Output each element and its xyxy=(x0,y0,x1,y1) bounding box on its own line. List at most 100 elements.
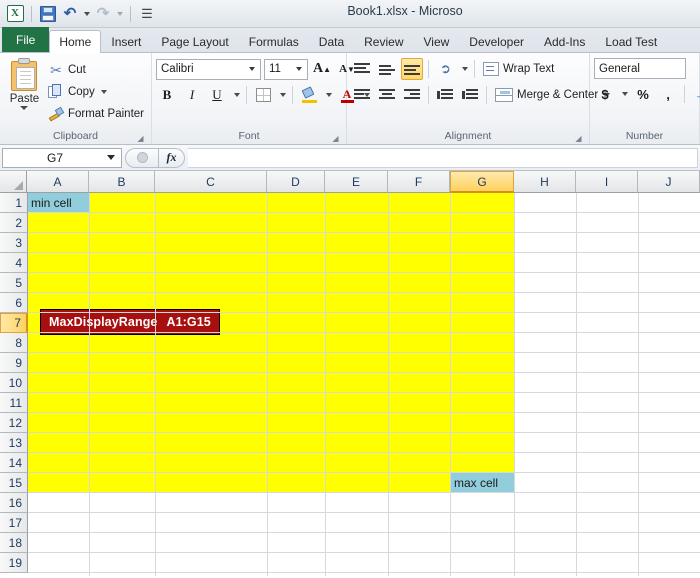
divider xyxy=(684,85,685,103)
tab-data[interactable]: Data xyxy=(309,30,354,52)
accounting-dropdown-icon[interactable] xyxy=(619,83,629,105)
tab-home[interactable]: Home xyxy=(49,30,102,53)
borders-icon xyxy=(255,88,271,102)
increase-decimal-button[interactable]: → xyxy=(690,83,700,105)
grow-font-button[interactable]: A ▲ xyxy=(311,58,333,80)
chevron-down-icon[interactable] xyxy=(100,89,107,94)
row-header-8[interactable]: 8 xyxy=(0,333,28,353)
column-header-A[interactable]: A xyxy=(27,171,89,193)
row-header-9[interactable]: 9 xyxy=(0,353,28,373)
row-header-12[interactable]: 12 xyxy=(0,413,28,433)
row-header-1[interactable]: 1 xyxy=(0,193,28,213)
row-header-18[interactable]: 18 xyxy=(0,533,28,553)
align-bottom-button[interactable] xyxy=(401,58,423,80)
chevron-down-icon xyxy=(20,106,29,110)
decrease-indent-icon xyxy=(437,88,453,102)
chevron-down-icon[interactable] xyxy=(107,155,115,160)
row-header-11[interactable]: 11 xyxy=(0,393,28,413)
tab-page-layout[interactable]: Page Layout xyxy=(151,30,238,52)
select-all-button[interactable] xyxy=(0,171,27,193)
gridline-horizontal xyxy=(28,272,700,273)
tab-add-ins[interactable]: Add-Ins xyxy=(534,30,595,52)
gridline-horizontal xyxy=(28,452,700,453)
column-header-H[interactable]: H xyxy=(514,171,576,193)
cell-G15-max-cell[interactable]: max cell xyxy=(451,473,514,492)
column-header-G[interactable]: G xyxy=(450,171,514,193)
orientation-dropdown-icon[interactable] xyxy=(459,58,469,80)
italic-button[interactable]: I xyxy=(181,84,203,106)
gridline-vertical xyxy=(89,193,90,576)
row-header-6[interactable]: 6 xyxy=(0,293,28,313)
gridline-vertical xyxy=(514,193,515,576)
insert-function-button[interactable]: fx xyxy=(159,147,185,168)
name-box[interactable]: G7 xyxy=(2,147,122,168)
column-header-J[interactable]: J xyxy=(638,171,700,193)
row-header-16[interactable]: 16 xyxy=(0,493,28,513)
accounting-format-button[interactable]: $ xyxy=(594,83,616,105)
decrease-indent-button[interactable] xyxy=(434,84,456,106)
column-header-D[interactable]: D xyxy=(267,171,325,193)
underline-dropdown-icon[interactable] xyxy=(231,84,241,106)
column-header-C[interactable]: C xyxy=(155,171,267,193)
percent-format-button[interactable]: % xyxy=(632,83,654,105)
align-right-button[interactable] xyxy=(401,84,423,106)
cells-area[interactable]: min cell max cell MaxDisplayRange A1:G15 xyxy=(28,193,700,576)
row-header-10[interactable]: 10 xyxy=(0,373,28,393)
tab-file[interactable]: File xyxy=(2,27,50,52)
font-name-input[interactable]: Calibri xyxy=(156,58,261,80)
gridline-horizontal xyxy=(28,232,700,233)
row-header-13[interactable]: 13 xyxy=(0,433,28,453)
align-right-icon xyxy=(404,88,420,102)
clipboard-dialog-launcher[interactable]: ◢ xyxy=(136,134,145,143)
align-middle-button[interactable] xyxy=(376,58,398,80)
align-left-button[interactable] xyxy=(351,84,373,106)
tab-load-test[interactable]: Load Test xyxy=(595,30,667,52)
row-header-14[interactable]: 14 xyxy=(0,453,28,473)
borders-dropdown-icon[interactable] xyxy=(277,84,287,106)
column-header-F[interactable]: F xyxy=(388,171,450,193)
tab-view[interactable]: View xyxy=(414,30,460,52)
column-header-E[interactable]: E xyxy=(325,171,388,193)
column-header-I[interactable]: I xyxy=(576,171,638,193)
row-header-2[interactable]: 2 xyxy=(0,213,28,233)
cancel-enter-group[interactable] xyxy=(125,147,159,168)
row-header-7[interactable]: 7 xyxy=(0,313,28,333)
gridline-horizontal xyxy=(28,212,700,213)
underline-button[interactable]: U xyxy=(206,84,228,106)
row-header-17[interactable]: 17 xyxy=(0,513,28,533)
align-top-button[interactable] xyxy=(351,58,373,80)
format-painter-button[interactable]: Format Painter xyxy=(45,103,147,124)
increase-indent-button[interactable] xyxy=(459,84,481,106)
row-header-3[interactable]: 3 xyxy=(0,233,28,253)
orientation-button[interactable]: ➲ xyxy=(434,58,456,80)
fill-color-button[interactable] xyxy=(298,84,320,106)
number-format-select[interactable]: General xyxy=(594,58,686,79)
paste-button[interactable]: Paste xyxy=(4,56,45,110)
row-header-15[interactable]: 15 xyxy=(0,473,28,493)
tab-review[interactable]: Review xyxy=(354,30,413,52)
title-bar: X ↶ ↷ ☰ Book1.xlsx - Microso xyxy=(0,0,700,28)
comma-format-button[interactable]: , xyxy=(657,83,679,105)
align-center-button[interactable] xyxy=(376,84,398,106)
borders-button[interactable] xyxy=(252,84,274,106)
bold-button[interactable]: B xyxy=(156,84,178,106)
row-header-4[interactable]: 4 xyxy=(0,253,28,273)
tab-insert[interactable]: Insert xyxy=(101,30,151,52)
row-header-19[interactable]: 19 xyxy=(0,553,28,573)
column-header-B[interactable]: B xyxy=(89,171,155,193)
cell-A1-min-cell[interactable]: min cell xyxy=(28,193,89,212)
tab-developer[interactable]: Developer xyxy=(459,30,534,52)
fill-color-dropdown-icon[interactable] xyxy=(323,84,333,106)
row-headers: 1 2 3 4 5 6 7 8 9 10 11 12 13 14 15 16 17 18 19 xyxy=(0,193,28,573)
font-dialog-launcher[interactable]: ◢ xyxy=(331,134,340,143)
wrap-text-button[interactable]: Wrap Text xyxy=(480,58,557,80)
formula-input[interactable] xyxy=(188,147,698,168)
copy-button[interactable]: Copy xyxy=(45,81,147,102)
cut-button[interactable]: ✂ Cut xyxy=(45,59,147,80)
alignment-dialog-launcher[interactable]: ◢ xyxy=(574,134,583,143)
row-header-5[interactable]: 5 xyxy=(0,273,28,293)
confirm-icon xyxy=(136,152,148,163)
font-size-input[interactable]: 11 xyxy=(264,58,308,80)
spreadsheet-grid[interactable]: ABCDEFGHIJ 1 2 3 4 5 6 7 8 9 10 11 12 13 14 15 16 17 18 19… xyxy=(0,171,700,576)
tab-formulas[interactable]: Formulas xyxy=(239,30,309,52)
